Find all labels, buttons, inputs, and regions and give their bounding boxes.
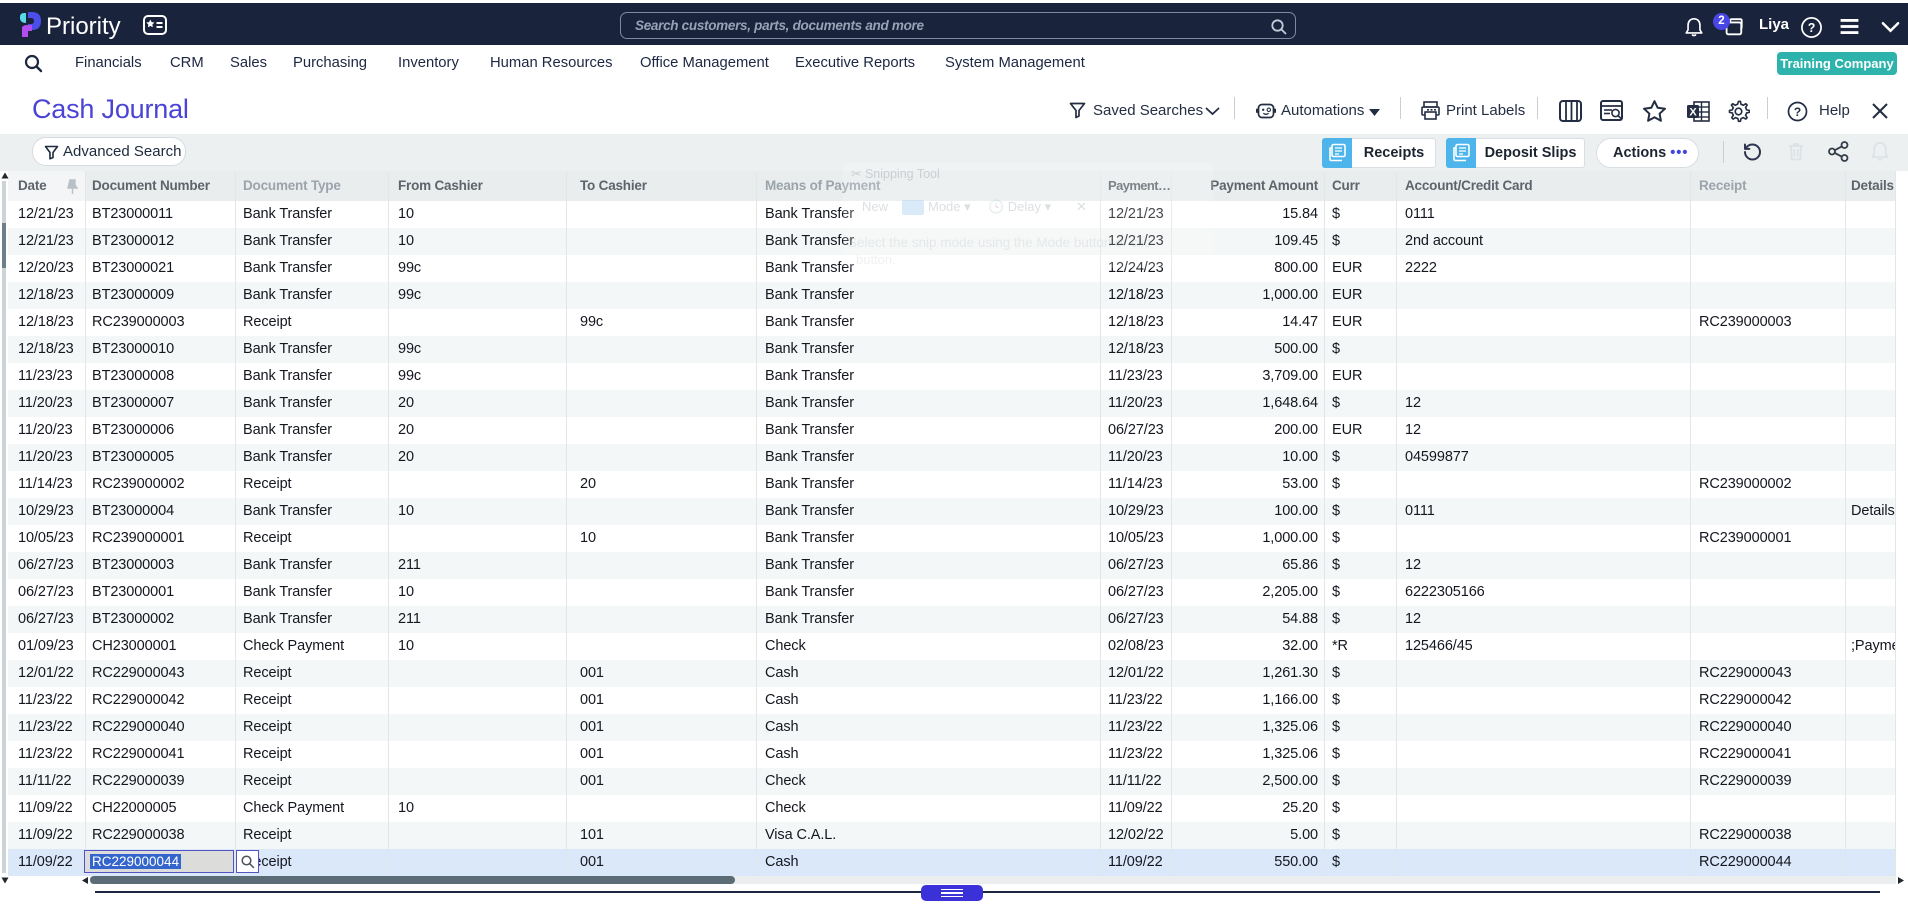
svg-text:X: X — [1689, 107, 1697, 119]
svg-text:?: ? — [1794, 105, 1801, 119]
svg-text:?: ? — [1808, 21, 1816, 35]
